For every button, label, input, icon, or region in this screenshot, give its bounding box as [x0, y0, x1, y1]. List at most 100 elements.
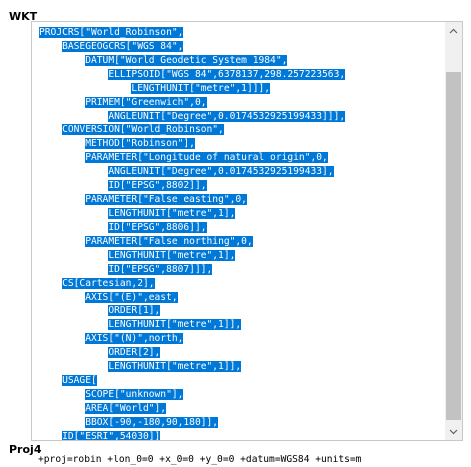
wkt-line-indent [39, 264, 108, 275]
chevron-up-icon [449, 28, 458, 33]
wkt-line-text: ID["EPSG",8806]], [108, 221, 207, 233]
wkt-line-text: CONVERSION["World_Robinson", [62, 124, 224, 136]
proj4-text-area[interactable]: +proj=robin +lon_0=0 +x_0=0 +y_0=0 +datu… [31, 455, 463, 467]
wkt-line-text: LENGTHUNIT["metre",1]]], [131, 82, 271, 94]
wkt-line-text: LENGTHUNIT["metre",1]], [108, 319, 242, 331]
wkt-line-text: AXIS["(N)",north, [85, 333, 184, 345]
wkt-line: ANGLEUNIT["Degree",0.0174532925199433]]]… [39, 110, 444, 124]
scroll-up-button[interactable] [445, 22, 462, 39]
wkt-line-text: ELLIPSOID["WGS 84",6378137,298.257223563… [108, 68, 346, 80]
wkt-line-text: ANGLEUNIT["Degree",0.0174532925199433]]]… [108, 110, 346, 122]
wkt-line: ORDER[2], [39, 346, 444, 360]
wkt-line: SCOPE["unknown"], [39, 388, 444, 402]
wkt-line-indent [39, 389, 85, 400]
wkt-line: LENGTHUNIT["metre",1]], [39, 318, 444, 332]
wkt-line: PARAMETER["Longitude of natural origin",… [39, 151, 444, 165]
wkt-line-indent [39, 55, 85, 66]
wkt-line: PARAMETER["False easting",0, [39, 193, 444, 207]
wkt-text-area[interactable]: PROJCRS["World_Robinson", BASEGEOGCRS["W… [31, 21, 463, 441]
crs-details-panel: WKT PROJCRS["World_Robinson", BASEGEOGCR… [0, 0, 471, 467]
wkt-line-text: BBOX[-90,-180,90,180]], [85, 416, 219, 428]
wkt-line-text: DATUM["World Geodetic System 1984", [85, 54, 288, 66]
wkt-line-indent [39, 361, 108, 372]
wkt-line-text: PARAMETER["False easting",0, [85, 194, 247, 206]
wkt-line-indent [39, 292, 85, 303]
wkt-line-indent [39, 417, 85, 428]
wkt-line-text: ANGLEUNIT["Degree",0.0174532925199433], [108, 166, 334, 178]
wkt-line-indent [39, 375, 62, 386]
wkt-line-indent [39, 305, 108, 316]
wkt-line: ID["ESRI",54030]] [39, 430, 444, 441]
wkt-line-text: PARAMETER["Longitude of natural origin",… [85, 152, 328, 164]
wkt-line-indent [39, 194, 85, 205]
wkt-line-text: LENGTHUNIT["metre",1], [108, 249, 236, 261]
wkt-line: BBOX[-90,-180,90,180]], [39, 416, 444, 430]
wkt-line-text: SCOPE["unknown"], [85, 388, 184, 400]
wkt-line: ID["EPSG",8806]], [39, 221, 444, 235]
wkt-line-indent [39, 166, 108, 177]
wkt-line: CS[Cartesian,2], [39, 277, 444, 291]
wkt-line: AXIS["(N)",north, [39, 332, 444, 346]
wkt-line-indent [39, 278, 62, 289]
wkt-line-indent [39, 111, 108, 122]
wkt-line: ID["EPSG",8802]], [39, 179, 444, 193]
wkt-line-indent [39, 319, 108, 330]
wkt-line-text: PRIMEM["Greenwich",0, [85, 96, 207, 108]
scroll-down-button[interactable] [445, 423, 462, 440]
wkt-line: PARAMETER["False northing",0, [39, 235, 444, 249]
wkt-line-text: LENGTHUNIT["metre",1]], [108, 361, 242, 373]
wkt-line-indent [39, 333, 85, 344]
wkt-line: DATUM["World Geodetic System 1984", [39, 54, 444, 68]
wkt-text-content[interactable]: PROJCRS["World_Robinson", BASEGEOGCRS["W… [39, 26, 444, 441]
wkt-line-indent [39, 250, 108, 261]
wkt-line-text: ID["ESRI",54030]] [62, 430, 161, 441]
wkt-line-text: AXIS["(E)",east, [85, 291, 178, 303]
wkt-line: AREA["World"], [39, 402, 444, 416]
wkt-line-text: PROJCRS["World_Robinson", [39, 27, 184, 38]
wkt-line-indent [39, 41, 62, 52]
wkt-line: LENGTHUNIT["metre",1], [39, 249, 444, 263]
wkt-line-text: ID["EPSG",8807]]], [108, 263, 213, 275]
wkt-line: METHOD["Robinson"], [39, 137, 444, 151]
wkt-line-text: PARAMETER["False northing",0, [85, 235, 253, 247]
wkt-line-indent [39, 138, 85, 149]
wkt-line: ORDER[1], [39, 304, 444, 318]
wkt-line-indent [39, 97, 85, 108]
proj4-text-content[interactable]: +proj=robin +lon_0=0 +x_0=0 +y_0=0 +datu… [38, 455, 361, 465]
wkt-line: PRIMEM["Greenwich",0, [39, 96, 444, 110]
wkt-line: ELLIPSOID["WGS 84",6378137,298.257223563… [39, 68, 444, 82]
scroll-thumb[interactable] [446, 72, 461, 420]
wkt-line-text: ORDER[2], [108, 347, 161, 359]
wkt-line-text: ORDER[1], [108, 305, 161, 317]
wkt-line-text: ID["EPSG",8802]], [108, 180, 207, 192]
wkt-line-indent [39, 236, 85, 247]
wkt-line: USAGE[ [39, 374, 444, 388]
wkt-line-text: CS[Cartesian,2], [62, 277, 155, 289]
wkt-line: AXIS["(E)",east, [39, 291, 444, 305]
wkt-line: ID["EPSG",8807]]], [39, 263, 444, 277]
chevron-down-icon [449, 429, 458, 434]
wkt-line: LENGTHUNIT["metre",1]]], [39, 82, 444, 96]
wkt-line: PROJCRS["World_Robinson", [39, 26, 444, 40]
wkt-line-indent [39, 180, 108, 191]
wkt-line-indent [39, 403, 85, 414]
wkt-line-indent [39, 124, 62, 135]
wkt-line-text: LENGTHUNIT["metre",1], [108, 207, 236, 219]
wkt-line-text: AREA["World"], [85, 402, 167, 414]
wkt-line-indent [39, 431, 62, 440]
wkt-line: CONVERSION["World_Robinson", [39, 123, 444, 137]
wkt-vertical-scrollbar[interactable] [445, 22, 462, 440]
wkt-line-indent [39, 347, 108, 358]
wkt-line-indent [39, 83, 131, 94]
wkt-line-text: METHOD["Robinson"], [85, 138, 195, 150]
wkt-line: ANGLEUNIT["Degree",0.0174532925199433], [39, 165, 444, 179]
wkt-line: LENGTHUNIT["metre",1], [39, 207, 444, 221]
wkt-line-indent [39, 222, 108, 233]
wkt-line: LENGTHUNIT["metre",1]], [39, 360, 444, 374]
wkt-line-indent [39, 208, 108, 219]
wkt-line-text: BASEGEOGCRS["WGS 84", [62, 40, 184, 52]
wkt-line-indent [39, 152, 85, 163]
wkt-line-indent [39, 69, 108, 80]
wkt-line-text: USAGE[ [62, 375, 97, 387]
wkt-line: BASEGEOGCRS["WGS 84", [39, 40, 444, 54]
